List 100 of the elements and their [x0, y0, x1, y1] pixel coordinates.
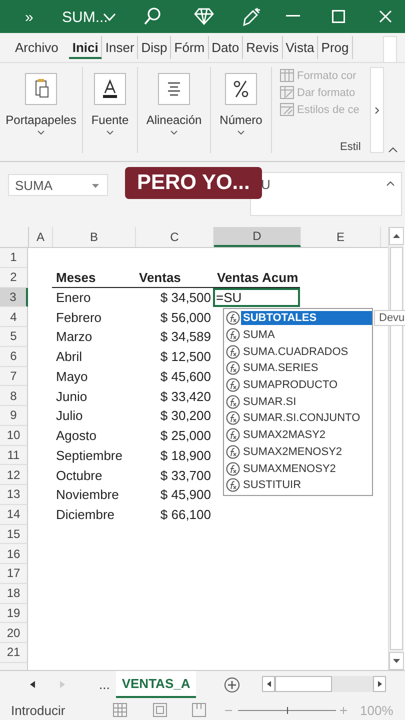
function-suggestion[interactable]: SUMAPRODUCTO [224, 376, 372, 394]
row-header[interactable]: 15 [0, 524, 28, 544]
scroll-thumb[interactable] [275, 676, 332, 692]
row-header[interactable]: 21 [0, 643, 28, 663]
overflow-button[interactable]: » [25, 9, 34, 26]
table-cell-text: $ 34,500 [159, 288, 212, 307]
close-icon[interactable] [379, 10, 392, 23]
function-icon [226, 378, 240, 392]
row-header[interactable]: 19 [0, 604, 28, 624]
table-cell-text: Junio [55, 388, 88, 406]
ribbon-tab[interactable]: Dato [208, 36, 244, 59]
ribbon-tab[interactable]: Archivo [12, 36, 62, 59]
row-header[interactable]: 18 [0, 584, 28, 604]
row-header[interactable]: 3 [0, 288, 28, 308]
table-cell-text: Agosto [55, 427, 98, 446]
row-header[interactable]: 9 [0, 406, 28, 426]
ribbon-tab[interactable]: Disp [138, 36, 172, 59]
function-suggestion[interactable]: SUSTITUIR [224, 476, 372, 494]
search-icon[interactable] [143, 7, 161, 27]
collapse-icon[interactable] [388, 147, 398, 153]
name-box[interactable]: SUMA [8, 174, 108, 196]
ribbon-tab[interactable]: Revis [243, 36, 283, 59]
column-header[interactable]: E [301, 227, 381, 247]
ribbon-tab[interactable]: Fórm [171, 36, 209, 59]
row-header[interactable]: 13 [0, 485, 28, 505]
row-header[interactable]: 4 [0, 307, 28, 327]
scroll-down-button[interactable] [389, 652, 404, 670]
table-cell-text: Marzo [55, 328, 94, 346]
row-header[interactable]: 1 [0, 248, 28, 268]
row-header[interactable]: 10 [0, 426, 28, 446]
ribbon-button[interactable] [158, 73, 190, 105]
table-cell: Ventas [135, 268, 213, 288]
function-suggestion[interactable]: SUMAXMENOSY2 [224, 460, 372, 477]
cell-style-icon [280, 103, 294, 116]
caret-left-icon [266, 681, 270, 687]
function-suggestion[interactable]: SUMA.SERIES [224, 360, 372, 377]
row-header[interactable]: 8 [0, 386, 28, 406]
function-suggestion[interactable]: SUMAR.SI [224, 393, 372, 410]
ribbon-button[interactable] [94, 73, 126, 105]
function-icon [226, 462, 240, 476]
chevron-down-icon[interactable] [170, 130, 178, 135]
row-header[interactable]: 20 [0, 623, 28, 643]
function-suggestion[interactable]: SUMAR.SI.CONJUNTO [224, 410, 372, 427]
chevron-down-icon[interactable] [37, 130, 45, 135]
function-suggestion[interactable]: SUMAX2MENOSY2 [224, 444, 372, 460]
minimize-icon[interactable] [286, 15, 300, 17]
sheet-tab[interactable]: VENTAS_A [116, 671, 196, 698]
sheet-tab[interactable]: ... [93, 671, 116, 698]
function-suggestion[interactable]: SUMA [224, 326, 372, 344]
chevron-down-icon[interactable] [237, 130, 245, 135]
chevron-down-icon[interactable] [106, 130, 114, 135]
ribbon-tab[interactable]: Inici [69, 36, 102, 59]
scroll-up-button[interactable] [389, 227, 404, 245]
table-cell-text: Febrero [55, 308, 103, 327]
table-cell: Ventas Acum [213, 268, 300, 288]
column-header[interactable]: D [214, 227, 301, 247]
diamond-icon[interactable] [194, 8, 214, 25]
function-suggestion[interactable]: SUMA.CUADRADOS [224, 343, 372, 360]
caret-left-icon[interactable] [30, 681, 35, 688]
ribbon-tab[interactable]: Inser [102, 36, 138, 59]
table-cell-text: $ 30,200 [159, 407, 212, 426]
function-icon [226, 411, 240, 426]
ribbon-tab[interactable]: Vista [282, 36, 318, 59]
ribbon-tab[interactable]: Prog [318, 36, 353, 59]
function-icon [226, 328, 240, 342]
add-sheet-icon[interactable] [224, 676, 240, 692]
row-header[interactable]: 16 [0, 544, 28, 564]
formula-bar[interactable]: U [250, 172, 402, 216]
group-label: Portapapeles [6, 113, 76, 127]
function-suggestion[interactable]: SUMAX2MASY2 [224, 426, 372, 444]
table-cell-text: Enero [55, 288, 92, 307]
table-cell-text: Mayo [55, 368, 89, 386]
table-grid-icon [280, 69, 294, 82]
row-header[interactable]: 17 [0, 564, 28, 584]
page-view-icon[interactable] [153, 703, 167, 717]
row-header[interactable]: 14 [0, 504, 28, 524]
grid-view-icon[interactable] [113, 703, 127, 717]
table-cell-text: $ 25,000 [159, 427, 212, 446]
function-icon [226, 394, 240, 409]
column-header[interactable]: B [53, 227, 136, 247]
table-cell-text: Julio [55, 407, 84, 426]
maximize-icon[interactable] [332, 10, 345, 23]
row-header[interactable]: 6 [0, 346, 28, 366]
row-header[interactable]: 12 [0, 465, 28, 485]
ribbon-button[interactable] [25, 73, 57, 105]
column-header[interactable]: A [29, 227, 53, 247]
page-break-icon[interactable] [192, 703, 206, 717]
row-header[interactable]: 5 [0, 327, 28, 347]
group-label: Alineación [146, 113, 202, 127]
row-header[interactable]: 7 [0, 366, 28, 386]
table-cell-text: $ 56,000 [159, 308, 212, 327]
scroll-left-button[interactable] [262, 676, 275, 692]
row-header[interactable]: 11 [0, 446, 28, 466]
table-cell-text: $ 45,600 [159, 368, 212, 386]
table-cell-text: Noviembre [55, 486, 120, 504]
row-header[interactable]: 2 [0, 268, 28, 288]
ribbon-button[interactable] [225, 73, 257, 105]
active-cell[interactable]: =SU [213, 288, 300, 308]
tooltip: Devu [374, 310, 405, 326]
scroll-right-button[interactable] [373, 676, 386, 692]
